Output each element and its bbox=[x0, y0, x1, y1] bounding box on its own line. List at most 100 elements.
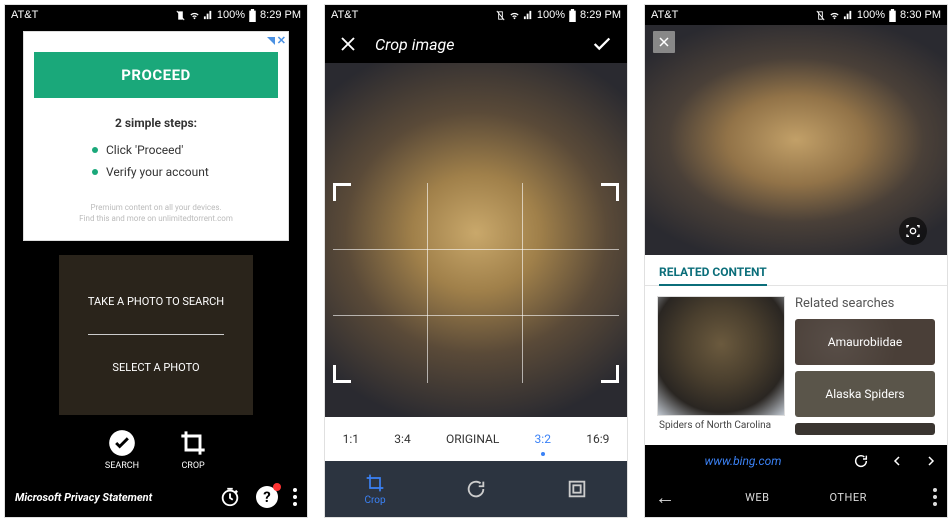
result-thumbnail bbox=[657, 296, 785, 416]
clock-label: 8:30 PM bbox=[900, 9, 941, 21]
signal-icon bbox=[203, 10, 214, 21]
overflow-menu-button[interactable] bbox=[293, 488, 297, 506]
aspect-ratio-row: 1:1 3:4 ORIGINAL 3:2 16:9 bbox=[325, 417, 627, 461]
close-icon bbox=[658, 36, 670, 48]
crop-handle-bl[interactable] bbox=[333, 365, 351, 383]
back-button[interactable] bbox=[891, 454, 903, 468]
wifi-icon bbox=[189, 10, 200, 21]
vibrate-icon bbox=[495, 10, 506, 21]
take-photo-button[interactable]: TAKE A PHOTO TO SEARCH bbox=[88, 295, 224, 308]
crop-canvas[interactable] bbox=[325, 63, 627, 417]
result-hero bbox=[645, 25, 947, 255]
visual-search-button[interactable] bbox=[899, 217, 927, 245]
ratio-1-1[interactable]: 1:1 bbox=[343, 432, 359, 446]
notification-dot bbox=[273, 483, 281, 491]
crop-action[interactable]: CROP bbox=[179, 429, 207, 471]
crop-handle-br[interactable] bbox=[601, 365, 619, 383]
hero-image bbox=[645, 25, 947, 255]
proceed-button[interactable]: PROCEED bbox=[34, 52, 278, 98]
photo-select-card: TAKE A PHOTO TO SEARCH SELECT A PHOTO bbox=[59, 255, 253, 415]
status-right: 100% 8:29 PM bbox=[175, 9, 301, 22]
frame-icon bbox=[566, 478, 588, 500]
related-chip-2[interactable]: Alaska Spiders bbox=[795, 371, 935, 417]
tab-other[interactable]: OTHER bbox=[830, 491, 867, 504]
divider bbox=[88, 334, 224, 335]
related-chip-more[interactable] bbox=[795, 423, 935, 435]
app-footer: Microsoft Privacy Statement ? bbox=[5, 477, 307, 517]
vibrate-icon bbox=[815, 10, 826, 21]
carrier-label: AT&T bbox=[651, 9, 678, 21]
signal-icon bbox=[523, 10, 534, 21]
url-bar: www.bing.com bbox=[645, 445, 947, 477]
crop-icon bbox=[365, 473, 385, 493]
ratio-3-2[interactable]: 3:2 bbox=[535, 432, 551, 446]
crop-handle-tr[interactable] bbox=[601, 183, 619, 201]
screen-crop: AT&T 100% 8:29 PM Crop image 1:1 3:4 bbox=[324, 4, 628, 518]
carrier-label: AT&T bbox=[331, 9, 358, 21]
status-right: 100% 8:29 PM bbox=[495, 9, 621, 22]
select-photo-button[interactable]: SELECT A PHOTO bbox=[112, 361, 199, 374]
ratio-original[interactable]: ORIGINAL bbox=[446, 432, 499, 446]
close-button[interactable] bbox=[339, 35, 357, 53]
bottom-nav: ← WEB OTHER bbox=[645, 477, 947, 517]
battery-pct: 100% bbox=[537, 9, 565, 21]
ratio-3-4[interactable]: 3:4 bbox=[394, 432, 410, 446]
tool-frame[interactable] bbox=[566, 478, 588, 500]
tool-row: Crop bbox=[325, 461, 627, 517]
grid-line bbox=[427, 183, 428, 383]
svg-text:?: ? bbox=[263, 488, 270, 506]
wifi-icon bbox=[509, 10, 520, 21]
related-searches-panel: Related searches Amaurobiidae Alaska Spi… bbox=[795, 296, 935, 435]
signal-icon bbox=[843, 10, 854, 21]
battery-icon bbox=[888, 9, 897, 22]
status-right: 100% 8:30 PM bbox=[815, 9, 941, 22]
crop-icon bbox=[179, 429, 207, 457]
grid-line bbox=[333, 315, 619, 316]
ad-steps-title: 2 simple steps: bbox=[34, 116, 278, 130]
action-row: SEARCH CROP bbox=[5, 429, 307, 471]
forward-button[interactable] bbox=[925, 454, 937, 468]
rotate-icon bbox=[465, 478, 487, 500]
battery-icon bbox=[568, 9, 577, 22]
help-button[interactable]: ? bbox=[255, 485, 279, 509]
privacy-link[interactable]: Microsoft Privacy Statement bbox=[15, 491, 152, 504]
related-chip-1[interactable]: Amaurobiidae bbox=[795, 319, 935, 365]
crop-rectangle[interactable] bbox=[333, 183, 619, 383]
tab-web[interactable]: WEB bbox=[745, 491, 769, 504]
grid-line bbox=[333, 249, 619, 250]
lens-icon bbox=[905, 223, 921, 239]
status-bar: AT&T 100% 8:29 PM bbox=[5, 5, 307, 25]
tool-crop[interactable]: Crop bbox=[364, 473, 385, 506]
overflow-menu-button[interactable] bbox=[933, 488, 937, 506]
reload-button[interactable] bbox=[853, 453, 869, 469]
crop-handle-tl[interactable] bbox=[333, 183, 351, 201]
tool-rotate[interactable] bbox=[465, 478, 487, 500]
screen-search-app: AT&T 100% 8:29 PM ✕ PROCEED 2 simple ste… bbox=[4, 4, 308, 518]
check-circle-icon bbox=[108, 429, 136, 457]
ad-steps-list: Click 'Proceed' Verify your account bbox=[34, 140, 278, 183]
timer-icon[interactable] bbox=[219, 486, 241, 508]
vibrate-icon bbox=[175, 10, 186, 21]
confirm-button[interactable] bbox=[591, 33, 613, 55]
nav-tabs: WEB OTHER bbox=[699, 491, 913, 504]
clock-label: 8:29 PM bbox=[580, 9, 621, 21]
battery-icon bbox=[248, 9, 257, 22]
nav-back-button[interactable]: ← bbox=[655, 485, 675, 510]
ad-banner: ✕ PROCEED 2 simple steps: Click 'Proceed… bbox=[23, 31, 289, 241]
crop-header: Crop image bbox=[325, 25, 627, 63]
close-button[interactable] bbox=[653, 31, 675, 53]
status-bar: AT&T 100% 8:29 PM bbox=[325, 5, 627, 25]
status-bar: AT&T 100% 8:30 PM bbox=[645, 5, 947, 25]
related-body: Spiders of North Carolina Related search… bbox=[645, 286, 947, 445]
ratio-16-9[interactable]: 16:9 bbox=[586, 432, 609, 446]
page-title: Crop image bbox=[375, 35, 573, 54]
search-action[interactable]: SEARCH bbox=[105, 429, 139, 471]
ad-footer: Premium content on all your devices. Fin… bbox=[34, 203, 278, 224]
related-searches-title: Related searches bbox=[795, 296, 935, 313]
related-result-card[interactable]: Spiders of North Carolina bbox=[657, 296, 785, 435]
clock-label: 8:29 PM bbox=[260, 9, 301, 21]
wifi-icon bbox=[829, 10, 840, 21]
ad-close-button[interactable]: ✕ bbox=[267, 34, 286, 47]
url-text[interactable]: www.bing.com bbox=[655, 454, 831, 468]
screen-results: AT&T 100% 8:30 PM RELATED CONTENT Spider… bbox=[644, 4, 948, 518]
